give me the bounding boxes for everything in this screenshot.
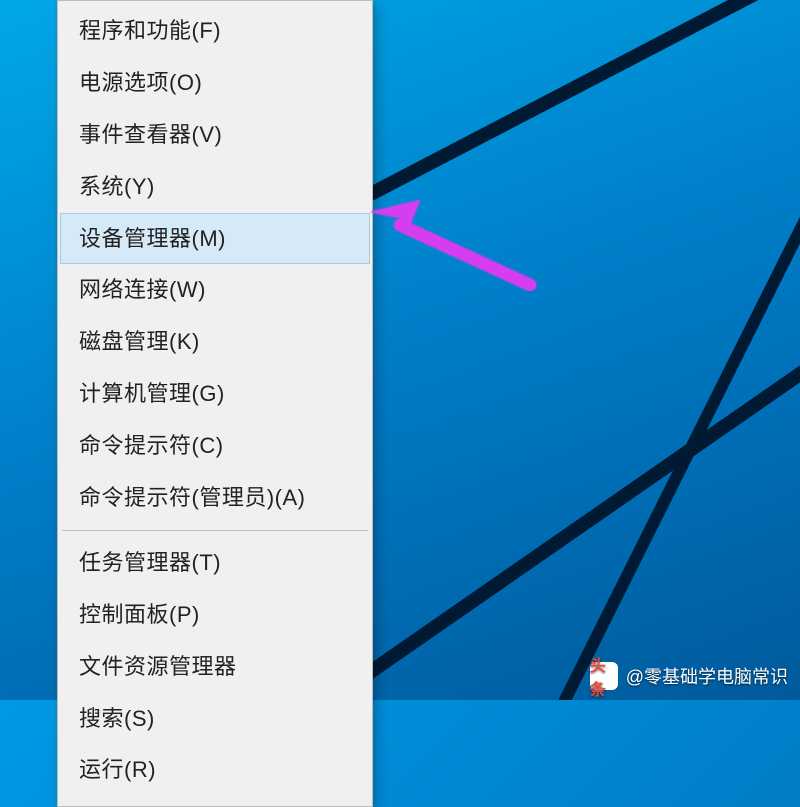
menu-item-label: 程序和功能(F): [79, 18, 221, 43]
menu-item-label: 事件查看器(V): [79, 122, 222, 147]
menu-item-file-explorer[interactable]: 文件资源管理器: [60, 641, 370, 693]
menu-item-label: 搜索(S): [79, 706, 155, 731]
menu-item-search[interactable]: 搜索(S): [60, 693, 370, 745]
menu-item-label: 网络连接(W): [79, 277, 206, 302]
menu-item-label: 文件资源管理器: [79, 654, 237, 679]
menu-item-event-viewer[interactable]: 事件查看器(V): [60, 109, 370, 161]
menu-item-computer-management[interactable]: 计算机管理(G): [60, 368, 370, 420]
watermark-text: @零基础学电脑常识: [626, 663, 788, 689]
menu-item-control-panel[interactable]: 控制面板(P): [60, 589, 370, 641]
menu-item-task-manager[interactable]: 任务管理器(T): [60, 537, 370, 589]
menu-item-disk-management[interactable]: 磁盘管理(K): [60, 316, 370, 368]
menu-item-run[interactable]: 运行(R): [60, 744, 370, 796]
menu-item-command-prompt-admin[interactable]: 命令提示符(管理员)(A): [60, 472, 370, 524]
menu-item-programs-features[interactable]: 程序和功能(F): [60, 5, 370, 57]
menu-item-label: 命令提示符(C): [79, 433, 224, 458]
menu-item-device-manager[interactable]: 设备管理器(M): [60, 213, 370, 265]
watermark-logo-text: 头条: [590, 652, 618, 700]
menu-item-label: 计算机管理(G): [79, 381, 225, 406]
menu-item-network-connections[interactable]: 网络连接(W): [60, 264, 370, 316]
menu-item-label: 设备管理器(M): [79, 226, 226, 251]
menu-item-label: 磁盘管理(K): [79, 329, 200, 354]
menu-item-label: 运行(R): [79, 757, 156, 782]
menu-item-power-options[interactable]: 电源选项(O): [60, 57, 370, 109]
menu-item-label: 任务管理器(T): [79, 550, 221, 575]
menu-item-label: 控制面板(P): [79, 602, 200, 627]
watermark-logo-icon: 头条: [590, 662, 618, 690]
menu-item-command-prompt[interactable]: 命令提示符(C): [60, 420, 370, 472]
menu-item-label: 命令提示符(管理员)(A): [79, 485, 305, 510]
menu-separator: [62, 530, 368, 531]
menu-item-label: 电源选项(O): [79, 70, 202, 95]
menu-item-label: 系统(Y): [79, 174, 155, 199]
menu-item-system[interactable]: 系统(Y): [60, 161, 370, 213]
watermark: 头条 @零基础学电脑常识: [590, 662, 788, 690]
winx-context-menu[interactable]: 程序和功能(F) 电源选项(O) 事件查看器(V) 系统(Y) 设备管理器(M)…: [57, 0, 373, 807]
